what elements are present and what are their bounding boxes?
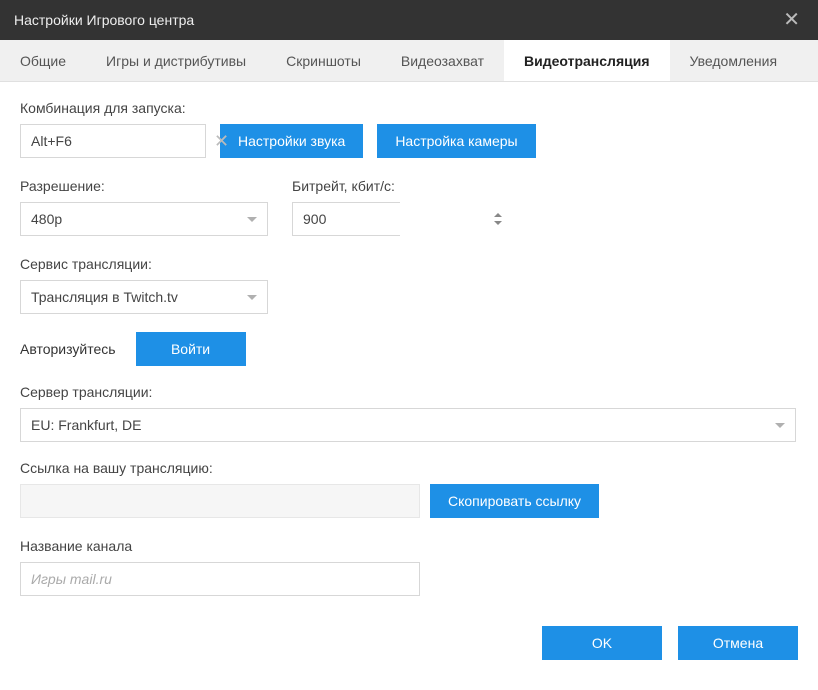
tab-streaming[interactable]: Видеотрансляция (504, 40, 669, 81)
bitrate-label: Битрейт, кбит/с: (292, 178, 400, 194)
cancel-button[interactable]: Отмена (678, 626, 798, 660)
hotkey-input[interactable] (31, 125, 212, 157)
window-title: Настройки Игрового центра (14, 12, 194, 28)
resolution-select[interactable]: 480p (20, 202, 268, 236)
stream-link-field (20, 484, 420, 518)
tabs: Общие Игры и дистрибутивы Скриншоты Виде… (0, 40, 818, 82)
server-value: EU: Frankfurt, DE (31, 417, 141, 433)
chevron-down-icon (775, 423, 785, 428)
channel-label: Название канала (20, 538, 798, 554)
bitrate-input[interactable] (293, 203, 494, 235)
service-select[interactable]: Трансляция в Twitch.tv (20, 280, 268, 314)
ok-button[interactable]: OK (542, 626, 662, 660)
chevron-down-icon (247, 217, 257, 222)
titlebar: Настройки Игрового центра ✕ (0, 0, 818, 40)
dialog-footer: OK Отмена (0, 612, 818, 678)
login-button[interactable]: Войти (136, 332, 246, 366)
service-value: Трансляция в Twitch.tv (31, 289, 178, 305)
hotkey-label: Комбинация для запуска: (20, 100, 798, 116)
close-icon[interactable]: ✕ (779, 6, 804, 34)
chevron-down-icon (247, 295, 257, 300)
bitrate-stepper[interactable] (292, 202, 400, 236)
camera-settings-button[interactable]: Настройка камеры (377, 124, 535, 158)
tab-games[interactable]: Игры и дистрибутивы (86, 40, 266, 81)
link-label: Ссылка на вашу трансляцию: (20, 460, 798, 476)
stepper-up-icon[interactable] (494, 213, 502, 217)
tab-general[interactable]: Общие (0, 40, 86, 81)
service-label: Сервис трансляции: (20, 256, 798, 272)
copy-link-button[interactable]: Скопировать ссылку (430, 484, 599, 518)
server-label: Сервер трансляции: (20, 384, 798, 400)
content: Комбинация для запуска: ✕ Настройки звук… (0, 82, 818, 612)
hotkey-input-wrap[interactable]: ✕ (20, 124, 206, 158)
channel-input[interactable] (31, 563, 409, 595)
tab-screenshots[interactable]: Скриншоты (266, 40, 381, 81)
tab-notifications[interactable]: Уведомления (670, 40, 798, 81)
tab-capture[interactable]: Видеозахват (381, 40, 504, 81)
clear-icon[interactable]: ✕ (212, 131, 231, 152)
stepper-down-icon[interactable] (494, 221, 502, 225)
channel-input-wrap[interactable] (20, 562, 420, 596)
server-select[interactable]: EU: Frankfurt, DE (20, 408, 796, 442)
auth-label: Авторизуйтесь (20, 341, 116, 357)
resolution-value: 480p (31, 211, 62, 227)
resolution-label: Разрешение: (20, 178, 268, 194)
sound-settings-button[interactable]: Настройки звука (220, 124, 363, 158)
